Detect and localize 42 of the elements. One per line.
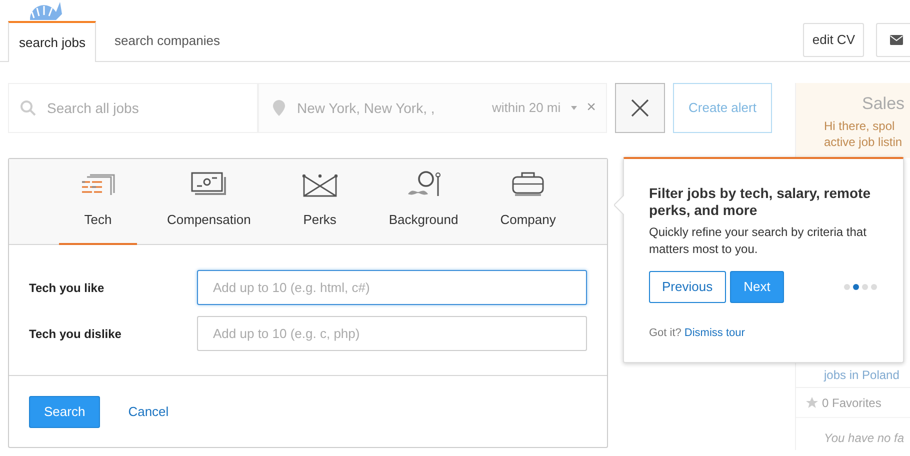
banknote-icon — [190, 172, 227, 198]
crown-icon — [302, 172, 338, 198]
input-field[interactable]: Add up to 10 (e.g. c, php) — [197, 316, 587, 351]
promo-text: active job listin — [824, 134, 904, 148]
filter-tab[interactable]: Background — [376, 159, 470, 245]
filter-tab[interactable]: Compensation — [155, 159, 263, 245]
caret-icon — [570, 106, 577, 110]
filter-tab[interactable]: Company — [488, 159, 568, 245]
monocle-mustache-icon — [406, 170, 442, 198]
search-icon — [20, 100, 36, 116]
search-field[interactable]: Search all jobs — [8, 83, 258, 133]
filter-tab[interactable]: Tech — [59, 159, 137, 245]
next-button[interactable]: Next — [730, 271, 784, 303]
search-button[interactable]: Search — [29, 396, 100, 428]
cancel-link[interactable]: Cancel — [128, 402, 169, 422]
close-icon — [631, 99, 649, 117]
field-label: Tech you like — [29, 280, 106, 296]
previous-button[interactable]: Previous — [649, 271, 726, 303]
code-lines-icon — [81, 174, 115, 198]
location-value: New York, New York, , — [297, 98, 435, 118]
favorites-count: 0 Favorites — [822, 394, 882, 412]
promo-text: Hi there, spol — [824, 118, 896, 132]
close-button[interactable] — [615, 83, 665, 133]
field-label: Tech you dislike — [29, 326, 122, 342]
got-it-text: Got it? — [649, 326, 682, 341]
dismiss-tour-link[interactable]: Dismiss tour — [684, 325, 745, 342]
promo-title: Sales — [861, 93, 906, 115]
mail-button[interactable] — [876, 23, 910, 57]
briefcase-icon — [510, 170, 546, 198]
location-pin-icon — [273, 100, 285, 116]
envelope-icon — [890, 35, 902, 45]
star-icon — [806, 396, 818, 408]
filter-tab[interactable]: Perks — [280, 159, 359, 245]
nav-tab[interactable]: search companies — [96, 20, 238, 61]
tour-title: Filter jobs by tech, salary, remote perks, and more — [649, 185, 872, 219]
nav-tab[interactable]: search jobs — [8, 21, 96, 62]
edit-cv-button[interactable]: edit CV — [803, 23, 864, 57]
empty-note: You have no fa — [824, 431, 904, 445]
input-field[interactable]: Add up to 10 (e.g. html, c#) — [197, 270, 587, 305]
clear-location-button[interactable]: × — [586, 96, 596, 120]
tour-text: Quickly refine your search by criteria that matters most to you. — [649, 224, 868, 258]
location-field[interactable]: New York, New York, , within 20 mi × — [258, 83, 607, 133]
